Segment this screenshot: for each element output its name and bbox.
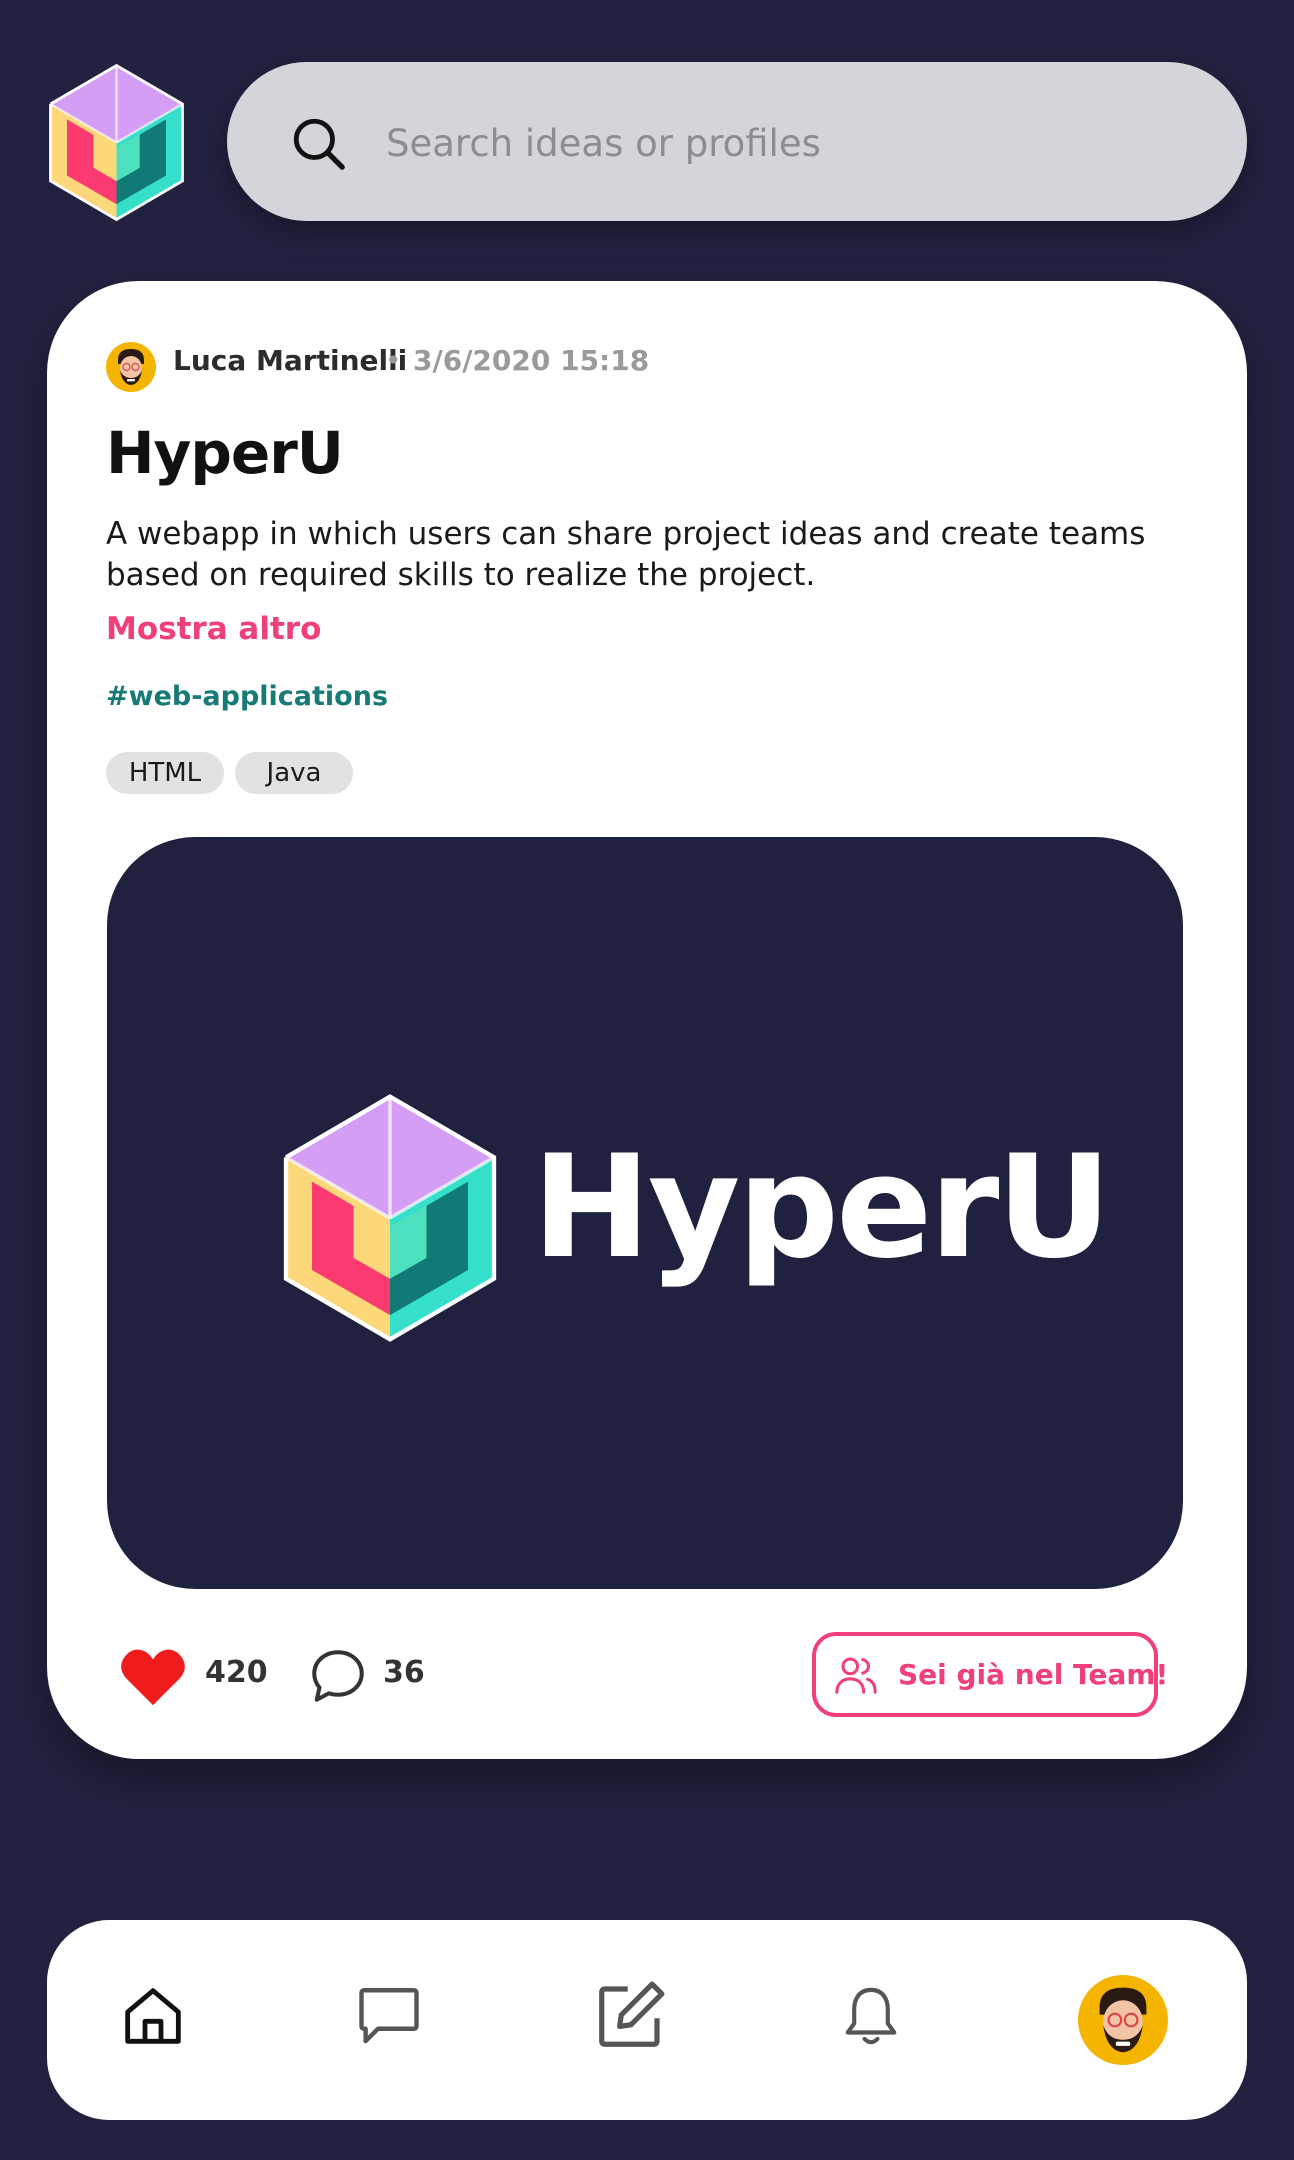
post-card: Luca Martinelli • 3/6/2020 15:18 HyperU … (47, 281, 1247, 1759)
show-more-link[interactable]: Mostra altro (106, 611, 321, 647)
search-icon (293, 118, 345, 170)
search-input[interactable] (384, 107, 1168, 179)
hyperu-cube-logo-icon (283, 1094, 497, 1342)
notifications-icon[interactable] (840, 1982, 902, 2052)
comment-count: 36 (383, 1655, 425, 1690)
meta-separator: • (385, 344, 402, 377)
post-title[interactable]: HyperU (106, 419, 344, 487)
post-cover-image[interactable]: HyperU (107, 837, 1183, 1589)
skill-chip-html[interactable]: HTML (106, 752, 224, 794)
author-avatar[interactable] (106, 342, 156, 392)
home-icon[interactable] (121, 1983, 185, 2049)
comment-icon[interactable] (308, 1645, 368, 1707)
hashtag-link[interactable]: #web-applications (106, 681, 388, 712)
skill-chip-java[interactable]: Java (235, 752, 353, 794)
bottom-navigation (47, 1920, 1247, 2120)
post-date: 3/6/2020 15:18 (413, 344, 650, 377)
profile-avatar[interactable] (1078, 1975, 1168, 2065)
like-heart-icon[interactable] (119, 1646, 187, 1708)
cover-wordmark: HyperU (532, 1125, 1112, 1290)
author-name[interactable]: Luca Martinelli (173, 344, 407, 377)
app-logo[interactable] (44, 60, 189, 225)
post-description: A webapp in which users can share projec… (106, 516, 1146, 593)
like-count: 420 (205, 1655, 268, 1690)
create-post-icon[interactable] (591, 1976, 671, 2054)
search-bar[interactable] (227, 62, 1247, 221)
messages-icon[interactable] (355, 1982, 423, 2048)
team-button-label: Sei già nel Team! (898, 1658, 1169, 1691)
team-status-button[interactable]: Sei già nel Team! (812, 1632, 1168, 1717)
team-users-icon (835, 1657, 877, 1694)
